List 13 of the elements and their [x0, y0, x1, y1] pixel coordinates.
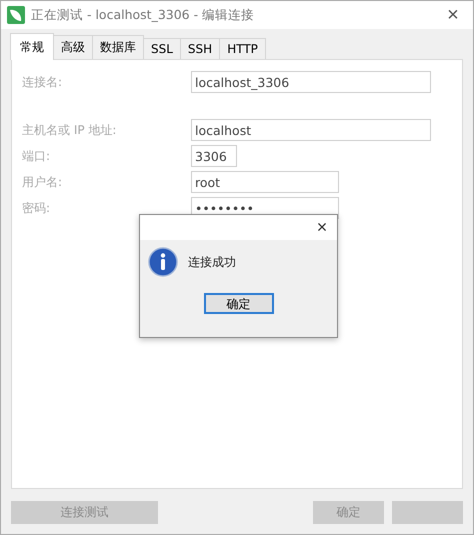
field-label: 用户名:	[22, 174, 64, 190]
message-text: 连接成功	[188, 254, 236, 270]
tab[interactable]: 常规	[10, 33, 54, 60]
leaf-logo-icon	[7, 6, 25, 24]
close-button[interactable]: ×	[433, 4, 473, 26]
field-label: 端口:	[22, 148, 52, 164]
window-title: 正在测试 - localhost_3306 - 编辑连接	[31, 6, 256, 24]
field-label: 连接名:	[22, 74, 64, 90]
ok-button[interactable]: 确定	[204, 293, 274, 314]
tab[interactable]: HTTP	[219, 38, 266, 59]
field-label: 密码:	[22, 200, 52, 216]
field-label: 主机名或 IP 地址:	[22, 122, 118, 138]
info-icon	[148, 247, 178, 277]
